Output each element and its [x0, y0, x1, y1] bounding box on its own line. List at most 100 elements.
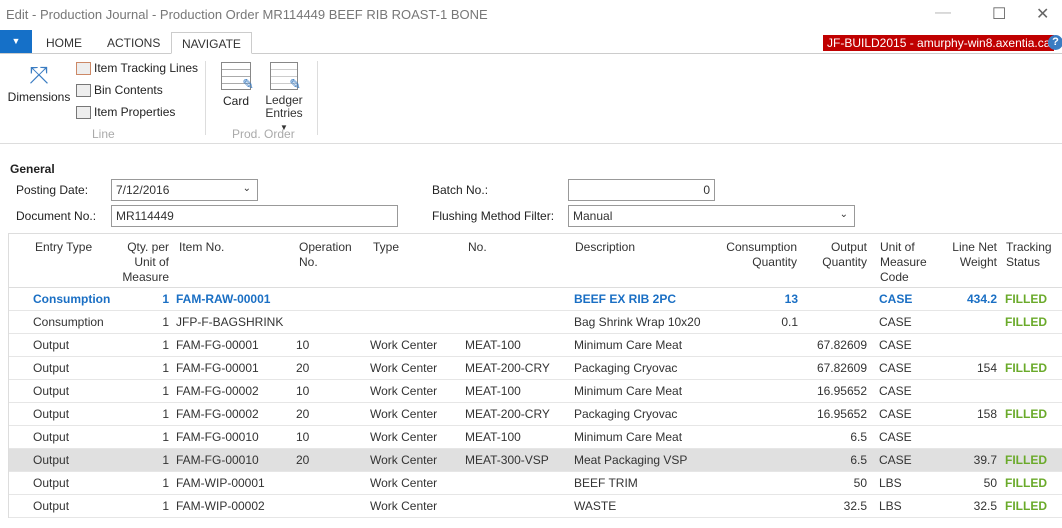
item-properties-button[interactable]: Item Properties: [76, 105, 175, 119]
cell-tracking[interactable]: FILLED: [1005, 407, 1047, 421]
col-entry-type[interactable]: Entry Type: [35, 240, 92, 255]
table-row[interactable]: Consumption 1 FAM-RAW-00001 BEEF EX RIB 2PC…: [9, 288, 1062, 311]
chevron-down-icon[interactable]: ⌄: [840, 209, 848, 220]
cell-uom[interactable]: CASE: [879, 338, 912, 352]
cell-net-weight[interactable]: 158: [939, 407, 997, 421]
cell-tracking[interactable]: FILLED: [1005, 453, 1047, 467]
cell-no[interactable]: MEAT-100: [465, 338, 521, 352]
col-net-weight[interactable]: Line Net Weight: [941, 240, 997, 270]
col-tracking[interactable]: Tracking Status: [1006, 240, 1056, 270]
cell-net-weight[interactable]: 434.2: [939, 292, 997, 306]
cell-description[interactable]: Packaging Cryovac: [574, 361, 677, 375]
cell-uom[interactable]: CASE: [879, 361, 912, 375]
cell-type[interactable]: Work Center: [370, 430, 437, 444]
bin-contents-button[interactable]: Bin Contents: [76, 83, 163, 97]
cell-operation-no[interactable]: 10: [296, 338, 309, 352]
card-button[interactable]: ✎ Card: [219, 62, 254, 108]
table-row[interactable]: Output 1 FAM-FG-00001 20 Work Center MEAT-200…: [9, 357, 1062, 380]
cell-no[interactable]: MEAT-200-CRY: [465, 407, 550, 421]
document-no-field[interactable]: MR114449: [111, 205, 398, 227]
cell-type[interactable]: Work Center: [370, 338, 437, 352]
cell-qty-per[interactable]: 1: [109, 430, 169, 444]
cell-item-no[interactable]: FAM-FG-00001: [176, 361, 259, 375]
table-row[interactable]: Output 1 FAM-FG-00002 20 Work Center MEAT-200…: [9, 403, 1062, 426]
cell-uom[interactable]: CASE: [879, 407, 912, 421]
cell-net-weight[interactable]: 154: [939, 361, 997, 375]
cell-consumption-qty[interactable]: 0.1: [709, 315, 798, 329]
cell-entry-type[interactable]: Output: [33, 430, 69, 444]
cell-tracking[interactable]: FILLED: [1005, 499, 1047, 513]
cell-entry-type[interactable]: Output: [33, 499, 69, 513]
cell-uom[interactable]: CASE: [879, 430, 912, 444]
cell-uom[interactable]: CASE: [879, 453, 912, 467]
cell-qty-per[interactable]: 1: [109, 476, 169, 490]
cell-no[interactable]: MEAT-100: [465, 384, 521, 398]
cell-description[interactable]: Minimum Care Meat: [574, 338, 682, 352]
cell-type[interactable]: Work Center: [370, 499, 437, 513]
cell-entry-type[interactable]: Output: [33, 407, 69, 421]
table-row[interactable]: Output 1 FAM-WIP-00002 Work Center WASTE 32.5…: [9, 495, 1062, 518]
cell-item-no[interactable]: FAM-FG-00002: [176, 407, 259, 421]
cell-output-qty[interactable]: 6.5: [799, 453, 867, 467]
cell-output-qty[interactable]: 6.5: [799, 430, 867, 444]
col-item-no[interactable]: Item No.: [179, 240, 224, 255]
close-button[interactable]: ✕: [1036, 4, 1049, 24]
cell-operation-no[interactable]: 20: [296, 407, 309, 421]
cell-type[interactable]: Work Center: [370, 476, 437, 490]
cell-item-no[interactable]: FAM-FG-00002: [176, 384, 259, 398]
table-row[interactable]: Output 1 FAM-FG-00001 10 Work Center MEAT-100…: [9, 334, 1062, 357]
app-menu-button[interactable]: ▼: [0, 30, 32, 53]
col-output-qty[interactable]: Output Quantity: [809, 240, 867, 270]
cell-entry-type[interactable]: Output: [33, 453, 69, 467]
col-operation-no[interactable]: Operation No.: [299, 240, 359, 270]
cell-description[interactable]: Minimum Care Meat: [574, 430, 682, 444]
cell-operation-no[interactable]: 20: [296, 361, 309, 375]
cell-type[interactable]: Work Center: [370, 384, 437, 398]
cell-output-qty[interactable]: 67.82609: [799, 338, 867, 352]
cell-qty-per[interactable]: 1: [109, 453, 169, 467]
cell-entry-type[interactable]: Output: [33, 384, 69, 398]
cell-item-no[interactable]: FAM-FG-00010: [176, 430, 259, 444]
cell-output-qty[interactable]: 50: [799, 476, 867, 490]
cell-uom[interactable]: LBS: [879, 499, 902, 513]
cell-tracking[interactable]: FILLED: [1005, 361, 1047, 375]
cell-operation-no[interactable]: 10: [296, 430, 309, 444]
cell-type[interactable]: Work Center: [370, 361, 437, 375]
cell-no[interactable]: MEAT-200-CRY: [465, 361, 550, 375]
cell-operation-no[interactable]: 10: [296, 384, 309, 398]
cell-item-no[interactable]: FAM-FG-00001: [176, 338, 259, 352]
cell-uom[interactable]: CASE: [879, 384, 912, 398]
col-qty-per[interactable]: Qty. per Unit of Measure: [113, 240, 169, 285]
table-row[interactable]: Output 1 FAM-FG-00002 10 Work Center MEAT-100…: [9, 380, 1062, 403]
cell-description[interactable]: Minimum Care Meat: [574, 384, 682, 398]
cell-operation-no[interactable]: 20: [296, 453, 309, 467]
cell-uom[interactable]: LBS: [879, 476, 902, 490]
cell-entry-type[interactable]: Output: [33, 361, 69, 375]
cell-output-qty[interactable]: 67.82609: [799, 361, 867, 375]
cell-net-weight[interactable]: 50: [939, 476, 997, 490]
cell-entry-type[interactable]: Consumption: [33, 315, 104, 329]
help-icon[interactable]: ?: [1048, 35, 1062, 50]
col-uom[interactable]: Unit of Measure Code: [880, 240, 940, 285]
cell-description[interactable]: WASTE: [574, 499, 616, 513]
cell-uom[interactable]: CASE: [879, 315, 912, 329]
flushing-method-select[interactable]: Manual ⌄: [568, 205, 855, 227]
cell-qty-per[interactable]: 1: [109, 292, 169, 306]
cell-qty-per[interactable]: 1: [109, 499, 169, 513]
cell-item-no[interactable]: JFP-F-BAGSHRINK: [176, 315, 283, 329]
item-tracking-lines-button[interactable]: Item Tracking Lines: [76, 61, 198, 75]
cell-qty-per[interactable]: 1: [109, 384, 169, 398]
cell-qty-per[interactable]: 1: [109, 338, 169, 352]
cell-output-qty[interactable]: 16.95652: [799, 384, 867, 398]
cell-no[interactable]: MEAT-100: [465, 430, 521, 444]
tab-home[interactable]: HOME: [36, 32, 92, 54]
cell-item-no[interactable]: FAM-RAW-00001: [176, 292, 270, 306]
table-row[interactable]: Output 1 FAM-FG-00010 20 Work Center MEAT-300…: [9, 449, 1062, 472]
chevron-down-icon[interactable]: ⌄: [243, 183, 251, 194]
ledger-entries-button[interactable]: ✎ Ledger Entries ▼: [260, 62, 308, 134]
maximize-button[interactable]: ☐: [992, 4, 1006, 24]
cell-tracking[interactable]: FILLED: [1005, 315, 1047, 329]
tab-navigate[interactable]: NAVIGATE: [171, 32, 252, 54]
dimensions-button[interactable]: ⤧ Dimensions: [8, 62, 71, 104]
cell-description[interactable]: Bag Shrink Wrap 10x20: [574, 315, 701, 329]
